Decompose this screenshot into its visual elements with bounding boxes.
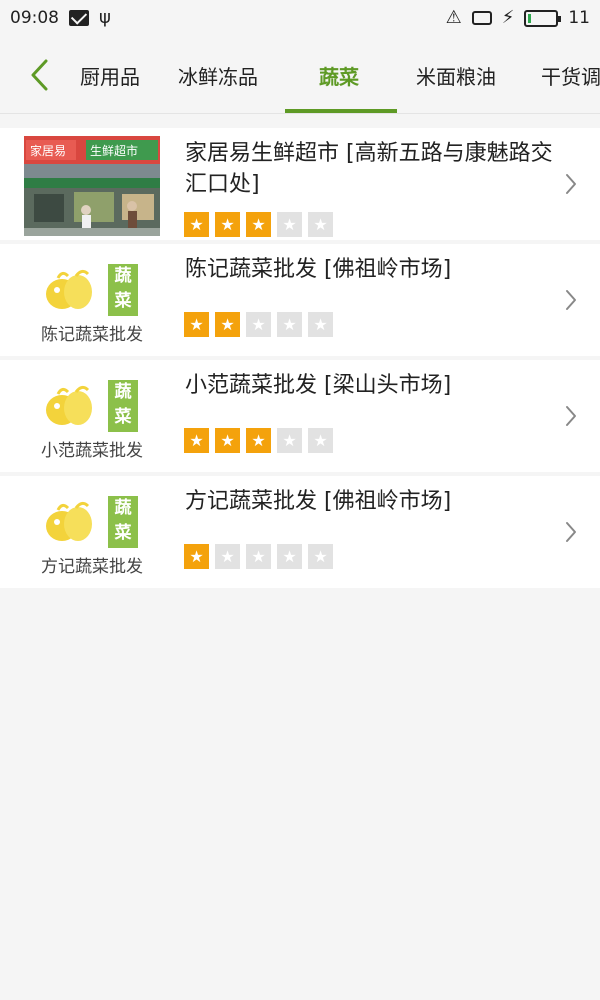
- vegetable-badge: 蔬菜: [108, 380, 138, 432]
- star-empty-icon: ★: [277, 312, 302, 337]
- storefront-photo: 家居易 生鲜超市: [24, 136, 160, 236]
- rating-stars: ★ ★ ★ ★ ★: [184, 544, 333, 569]
- star-filled-icon: ★: [215, 428, 240, 453]
- star-empty-icon: ★: [277, 428, 302, 453]
- shop-thumbnail: 蔬菜 小范蔬菜批发: [24, 368, 160, 468]
- shop-title: 方记蔬菜批发 [佛祖岭市场]: [185, 489, 452, 514]
- shop-thumbnail: 蔬菜 方记蔬菜批发: [24, 484, 160, 584]
- tab-dry-goods[interactable]: 干货调: [541, 60, 600, 94]
- active-tab-indicator: [285, 109, 397, 113]
- sign-text-2: 生鲜超市: [90, 143, 138, 158]
- star-filled-icon: ★: [184, 212, 209, 237]
- vegetable-icon: [46, 501, 92, 541]
- vegetable-icon: [46, 385, 92, 425]
- vegetable-icon: [46, 269, 92, 309]
- list-item[interactable]: 蔬菜 小范蔬菜批发 小范蔬菜批发 [梁山头市场] ★ ★ ★ ★ ★: [0, 360, 600, 472]
- chevron-right-icon: [566, 174, 576, 194]
- rating-stars: ★ ★ ★ ★ ★: [184, 212, 333, 237]
- vegetable-badge: 蔬菜: [108, 496, 138, 548]
- screen-icon: [471, 11, 492, 25]
- shop-logo: 蔬菜 小范蔬菜批发: [24, 368, 160, 468]
- status-bar: 09:08 ψ ⚠ ⚡ 11: [0, 0, 600, 36]
- mail-icon: [69, 10, 89, 26]
- tab-rice-flour-oil[interactable]: 米面粮油: [416, 60, 496, 94]
- shop-title: 陈记蔬菜批发 [佛祖岭市场]: [185, 257, 452, 282]
- list-item[interactable]: 家居易 生鲜超市 家居易生鲜超市 [高新五路与康魅路交汇口处] ★ ★ ★ ★ ★: [0, 128, 600, 240]
- star-filled-icon: ★: [184, 544, 209, 569]
- star-filled-icon: ★: [184, 428, 209, 453]
- star-empty-icon: ★: [308, 312, 333, 337]
- battery-fill: [528, 13, 532, 23]
- star-filled-icon: ★: [184, 312, 209, 337]
- chevron-right-icon: [566, 522, 576, 542]
- rating-stars: ★ ★ ★ ★ ★: [184, 312, 333, 337]
- battery-icon: [524, 9, 562, 27]
- shop-title: 家居易生鲜超市 [高新五路与康魅路交汇口处]: [185, 141, 553, 197]
- star-empty-icon: ★: [308, 212, 333, 237]
- category-tab-bar: 厨用品 冰鲜冻品 蔬菜 米面粮油 干货调: [0, 36, 600, 114]
- star-filled-icon: ★: [246, 428, 271, 453]
- vegetable-badge: 蔬菜: [108, 264, 138, 316]
- star-filled-icon: ★: [246, 212, 271, 237]
- star-empty-icon: ★: [246, 312, 271, 337]
- shop-thumbnail: 蔬菜 陈记蔬菜批发: [24, 252, 160, 352]
- star-empty-icon: ★: [277, 212, 302, 237]
- star-empty-icon: ★: [215, 544, 240, 569]
- star-empty-icon: ★: [308, 428, 333, 453]
- tab-frozen-food[interactable]: 冰鲜冻品: [178, 60, 258, 94]
- logo-shop-name: 方记蔬菜批发: [41, 557, 143, 577]
- star-empty-icon: ★: [277, 544, 302, 569]
- tab-vegetables[interactable]: 蔬菜: [319, 60, 359, 94]
- star-filled-icon: ★: [215, 312, 240, 337]
- shop-title: 小范蔬菜批发 [梁山头市场]: [185, 373, 452, 398]
- shop-thumbnail: 家居易 生鲜超市: [24, 136, 160, 236]
- list-item[interactable]: 蔬菜 方记蔬菜批发 方记蔬菜批发 [佛祖岭市场] ★ ★ ★ ★ ★: [0, 476, 600, 588]
- chevron-right-icon: [566, 406, 576, 426]
- chevron-right-icon: [566, 290, 576, 310]
- tab-kitchen-supplies[interactable]: 厨用品: [80, 60, 140, 94]
- logo-shop-name: 小范蔬菜批发: [41, 441, 143, 461]
- list-item[interactable]: 蔬菜 陈记蔬菜批发 陈记蔬菜批发 [佛祖岭市场] ★ ★ ★ ★ ★: [0, 244, 600, 356]
- sign-text-1: 家居易: [30, 143, 66, 158]
- battery-level: 11: [568, 8, 590, 28]
- usb-icon: ψ: [99, 7, 111, 28]
- status-time: 09:08: [10, 8, 59, 28]
- charging-icon: ⚡: [501, 7, 515, 28]
- star-empty-icon: ★: [246, 544, 271, 569]
- rating-stars: ★ ★ ★ ★ ★: [184, 428, 333, 453]
- chevron-left-icon: [31, 59, 48, 91]
- star-filled-icon: ★: [215, 212, 240, 237]
- shop-logo: 蔬菜 陈记蔬菜批发: [24, 252, 160, 352]
- back-button[interactable]: [28, 58, 52, 92]
- alert-icon: ⚠: [445, 7, 462, 28]
- star-empty-icon: ★: [308, 544, 333, 569]
- shop-logo: 蔬菜 方记蔬菜批发: [24, 484, 160, 584]
- logo-shop-name: 陈记蔬菜批发: [41, 325, 143, 345]
